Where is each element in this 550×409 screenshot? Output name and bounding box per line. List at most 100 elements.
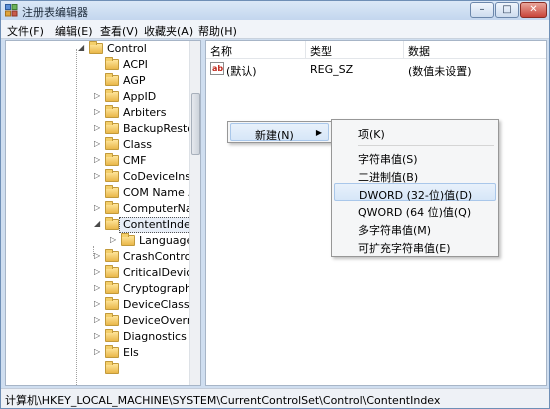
maximize-button[interactable]: □ (495, 2, 519, 18)
tree-vertical-scrollbar[interactable] (189, 41, 200, 385)
submenu-arrow-icon: ▶ (315, 128, 322, 137)
expand-icon[interactable]: ▷ (94, 107, 100, 116)
tree-item-label: CMF (123, 154, 147, 167)
list-item[interactable]: ab (默认) REG_SZ (数值未设置) (206, 61, 546, 78)
submenu-item-label: 字符串值(S) (358, 153, 418, 166)
folder-icon (105, 57, 119, 70)
folder-icon (121, 233, 135, 246)
tree-item-label: Language (139, 234, 194, 247)
menu-bar: 文件(F) 编辑(E) 查看(V) 收藏夹(A) 帮助(H) (1, 20, 549, 39)
folder-icon (105, 169, 119, 182)
submenu-item-qword-value[interactable]: QWORD (64 位)值(Q) (334, 201, 496, 219)
column-header-data[interactable]: 数据 (404, 41, 546, 58)
tree-item-label: ComputerNar (123, 202, 198, 215)
folder-icon (105, 201, 119, 214)
menu-file[interactable]: 文件(F) (7, 23, 44, 39)
expand-icon[interactable]: ▷ (94, 299, 100, 308)
tree-item-label: CrashControl (123, 250, 195, 263)
expand-icon[interactable]: ▷ (94, 203, 100, 212)
folder-icon (105, 329, 119, 342)
tree-item-label: AppID (123, 90, 157, 103)
folder-icon (105, 297, 119, 310)
tree-item-label: Class (123, 138, 152, 151)
tree-item-label: AGP (123, 74, 146, 87)
expand-icon[interactable]: ▷ (94, 283, 100, 292)
folder-icon (105, 185, 119, 198)
expand-icon[interactable]: ▷ (94, 155, 100, 164)
window-title: 注册表编辑器 (22, 6, 88, 19)
folder-icon (105, 361, 119, 374)
tree-item-label: BackupRestor (123, 122, 199, 135)
key-tree-pane[interactable]: ◢ Control ACPI AGP ▷ AppID ▷ Arbiters ▷ (5, 40, 201, 386)
folder-icon (105, 281, 119, 294)
submenu-item-label: 可扩充字符串值(E) (358, 242, 451, 255)
collapse-icon[interactable]: ◢ (94, 219, 100, 228)
tree-item-label: COM Name A (123, 186, 196, 199)
submenu-item-label: 多字符串值(M) (358, 224, 432, 237)
folder-icon (105, 313, 119, 326)
context-menu: 新建(N) ▶ (227, 121, 332, 143)
expand-icon[interactable]: ▷ (94, 123, 100, 132)
value-data: (数值未设置) (408, 65, 472, 78)
current-key-path: 计算机\HKEY_LOCAL_MACHINE\SYSTEM\CurrentCon… (5, 394, 441, 407)
folder-icon (105, 345, 119, 358)
expand-icon[interactable]: ▷ (94, 251, 100, 260)
menu-view[interactable]: 查看(V) (100, 23, 138, 39)
expand-icon[interactable]: ▷ (94, 347, 100, 356)
value-name: (默认) (226, 65, 257, 78)
folder-icon (105, 73, 119, 86)
registry-app-icon (5, 4, 18, 17)
tree-item-label: Arbiters (123, 106, 167, 119)
submenu-item-key[interactable]: 项(K) (334, 123, 496, 141)
tree-item-label: ACPI (123, 58, 148, 71)
expand-icon[interactable]: ▷ (94, 315, 100, 324)
minimize-button[interactable]: – (470, 2, 494, 18)
tree-item-label: Cryptography (123, 282, 199, 295)
folder-icon (105, 121, 119, 134)
folder-icon (105, 265, 119, 278)
expand-icon[interactable]: ▷ (110, 235, 116, 244)
expand-icon[interactable]: ▷ (94, 139, 100, 148)
tree-item-label: ContentIndex (123, 218, 198, 231)
column-header-name[interactable]: 名称 (206, 41, 306, 58)
tree-item-label: Diagnostics (123, 330, 187, 343)
menu-edit[interactable]: 编辑(E) (55, 23, 93, 39)
menu-separator (358, 145, 494, 146)
tree-item-label: Els (123, 346, 139, 359)
tree-item-label: Control (107, 42, 147, 55)
submenu-item-multi-string-value[interactable]: 多字符串值(M) (334, 219, 496, 237)
new-submenu: 项(K) 字符串值(S) 二进制值(B) DWORD (32-位)值(D) QW… (331, 119, 499, 257)
status-bar: 计算机\HKEY_LOCAL_MACHINE\SYSTEM\CurrentCon… (1, 388, 549, 408)
registry-editor-window: 注册表编辑器 – □ ✕ 文件(F) 编辑(E) 查看(V) 收藏夹(A) 帮助… (0, 0, 550, 409)
close-button[interactable]: ✕ (520, 2, 547, 18)
folder-open-icon (89, 41, 103, 54)
column-header-divider (206, 58, 546, 59)
folder-icon (105, 89, 119, 102)
expand-icon[interactable]: ▷ (94, 91, 100, 100)
collapse-icon[interactable]: ◢ (78, 43, 84, 52)
expand-icon[interactable]: ▷ (94, 331, 100, 340)
submenu-item-expandable-string-value[interactable]: 可扩充字符串值(E) (334, 237, 496, 255)
submenu-item-dword-value[interactable]: DWORD (32-位)值(D) (334, 183, 496, 202)
column-header-type[interactable]: 类型 (306, 41, 404, 58)
value-type: REG_SZ (310, 63, 354, 76)
menu-item-new-label: 新建(N) (255, 129, 294, 142)
menu-help[interactable]: 帮助(H) (198, 23, 237, 39)
folder-icon (105, 249, 119, 262)
menu-item-new[interactable]: 新建(N) ▶ (230, 123, 329, 142)
string-value-icon: ab (210, 62, 224, 75)
submenu-item-label: 项(K) (358, 128, 385, 141)
folder-icon (105, 137, 119, 150)
expand-icon[interactable]: ▷ (94, 171, 100, 180)
folder-open-icon (105, 217, 119, 230)
title-bar[interactable]: 注册表编辑器 – □ ✕ (1, 1, 549, 20)
folder-icon (105, 105, 119, 118)
tree-guide-line (76, 49, 77, 385)
expand-icon[interactable]: ▷ (94, 267, 100, 276)
submenu-item-string-value[interactable]: 字符串值(S) (334, 148, 496, 166)
menu-favorites[interactable]: 收藏夹(A) (144, 23, 193, 39)
folder-icon (105, 153, 119, 166)
submenu-item-label: QWORD (64 位)值(Q) (358, 206, 472, 219)
tree-scrollbar-thumb[interactable] (191, 93, 200, 155)
submenu-item-binary-value[interactable]: 二进制值(B) (334, 166, 496, 184)
